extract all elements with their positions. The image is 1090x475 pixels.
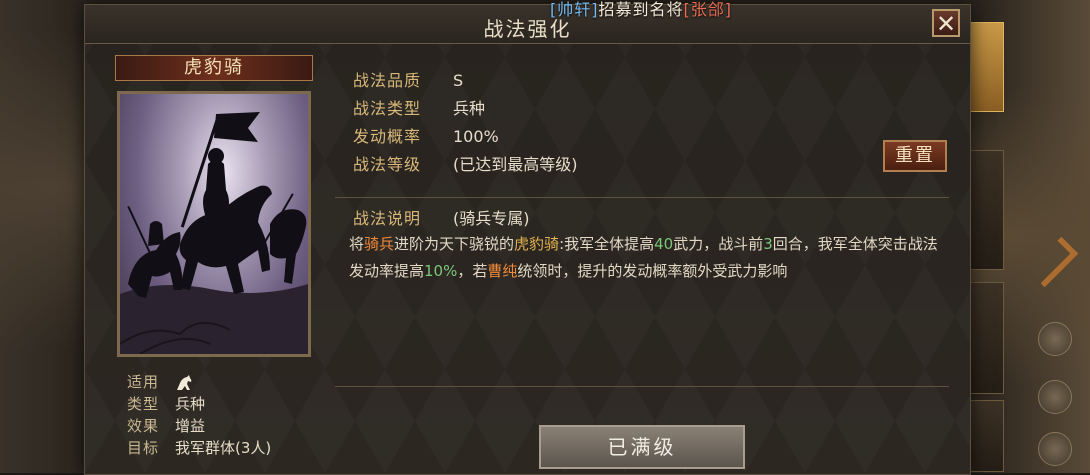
attribute-label: 目标: [127, 439, 160, 457]
description-header: 战法说明 (骑兵专属): [353, 205, 530, 229]
property-row: 战法等级 (已达到最高等级): [353, 151, 578, 179]
type-label: 战法类型: [353, 99, 422, 118]
background-circle-icon: [1038, 432, 1072, 466]
attribute-label: 效果: [127, 417, 160, 435]
description-segment: 武力，战斗前: [673, 235, 764, 253]
background-circle-icon: [1038, 322, 1072, 356]
divider: [335, 386, 949, 387]
attribute-label: 类型: [127, 395, 160, 413]
next-arrow-icon: [1027, 236, 1079, 288]
background-tab: [968, 22, 1004, 112]
quality-label: 战法品质: [353, 71, 422, 90]
description-highlight: 10%: [424, 261, 458, 280]
background-tab: [968, 400, 1004, 472]
description-tag: (骑兵专属): [453, 209, 530, 228]
background-tab: [968, 150, 1004, 270]
description-highlight: 3: [763, 235, 773, 253]
description-segment: :我军全体提高: [559, 235, 655, 253]
attribute-value: [175, 371, 193, 393]
tactic-card-image: [117, 91, 311, 357]
description-text: 将骑兵进阶为天下骁锐的虎豹骑:我军全体提高40武力，战斗前3回合，我军全体突击战…: [349, 231, 939, 284]
description-highlight: 骑兵: [364, 235, 395, 253]
description-segment: 统领时，提升的发动概率额外受武力影响: [517, 261, 788, 280]
recruit-notice: [帅轩]招募到名将[张郃]: [550, 0, 732, 20]
attribute-row: 目标 我军群体(3人): [127, 437, 271, 459]
attribute-row: 类型 兵种: [127, 393, 271, 415]
property-row: 发动概率 100%: [353, 123, 578, 151]
attribute-row: 适用: [127, 371, 271, 393]
tactic-attributes: 适用 类型 兵种 效果 增益 目标 我军群体(3人): [127, 371, 271, 459]
description-label: 战法说明: [353, 209, 422, 228]
description-highlight: 40: [654, 235, 674, 253]
attribute-value: 兵种: [175, 395, 206, 413]
reset-button[interactable]: 重置: [883, 140, 947, 172]
attribute-row: 效果 增益: [127, 415, 271, 437]
rate-label: 发动概率: [353, 127, 422, 146]
description-highlight: 曹纯: [487, 261, 518, 280]
quality-value: S: [453, 71, 464, 90]
max-level-button[interactable]: 已满级: [539, 425, 745, 469]
background-tab: [968, 282, 1004, 394]
description-segment: ，若: [457, 261, 488, 280]
cavalry-banner-art: [120, 112, 308, 354]
tactic-name: 虎豹骑: [115, 55, 313, 81]
notice-player: [帅轩]: [550, 0, 599, 19]
notice-text: 招募到名将: [598, 0, 684, 19]
property-row: 战法品质 S: [353, 67, 578, 95]
attribute-label: 适用: [127, 373, 160, 391]
type-value: 兵种: [453, 99, 486, 118]
divider: [335, 197, 949, 198]
dialog-title: 战法强化: [483, 17, 572, 41]
background-circle-icon: [1038, 380, 1072, 414]
cavalry-horse-icon: [177, 374, 192, 390]
level-value: (已达到最高等级): [453, 155, 578, 174]
notice-general: [张郃]: [683, 0, 733, 19]
level-label: 战法等级: [353, 155, 422, 174]
tactic-properties: 战法品质 S 战法类型 兵种 发动概率 100% 战法等级 (已达到最高等级): [353, 67, 578, 179]
rate-value: 100%: [453, 127, 499, 146]
tactic-enhance-dialog: 战法强化 ✕ 虎豹骑 适用 类型 兵种 效果 增益 目标 我军群体(3人) 战法…: [84, 4, 971, 475]
attribute-value: 增益: [175, 417, 206, 435]
description-segment: 将: [349, 235, 365, 253]
attribute-value: 我军群体(3人): [175, 439, 272, 457]
close-icon: ✕: [935, 10, 957, 38]
property-row: 战法类型 兵种: [353, 95, 578, 123]
description-segment: 进阶为天下骁锐的: [394, 235, 515, 253]
description-highlight: 虎豹骑: [514, 235, 560, 253]
close-button[interactable]: ✕: [932, 9, 960, 38]
